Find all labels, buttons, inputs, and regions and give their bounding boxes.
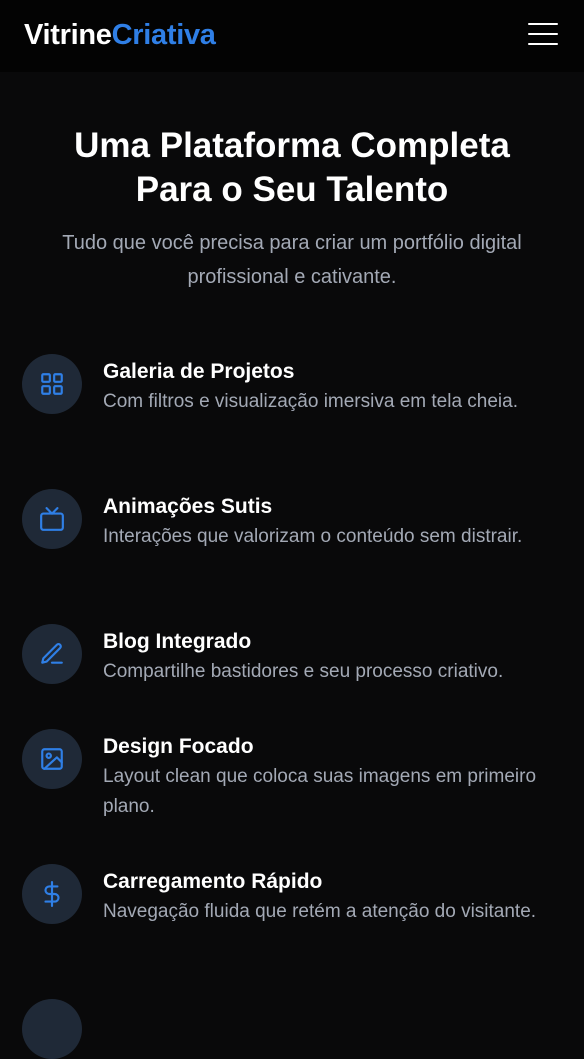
site-header: VitrineCriativa bbox=[0, 0, 584, 72]
feature-icon-container bbox=[22, 864, 82, 924]
logo-text-primary: Vitrine bbox=[24, 19, 112, 51]
hero-section: Uma Plataforma Completa Para o Seu Talen… bbox=[0, 124, 584, 294]
feature-title: Design Focado bbox=[103, 735, 254, 758]
feature-title: Carregamento Rápido bbox=[103, 870, 323, 893]
feature-description: Interações que valorizam o conteúdo sem … bbox=[103, 526, 523, 547]
logo-text-accent: Criativa bbox=[111, 19, 216, 51]
logo[interactable]: VitrineCriativa bbox=[24, 16, 216, 54]
pen-icon bbox=[41, 643, 63, 664]
dollar-icon bbox=[44, 881, 60, 907]
feature-title: Animações Sutis bbox=[103, 495, 273, 518]
feature-icon-container bbox=[22, 999, 82, 1059]
feature-description: Layout clean que coloca suas imagens em … bbox=[103, 766, 537, 817]
hero-subtitle: Tudo que você precisa para criar um port… bbox=[62, 232, 522, 288]
feature-description: Com filtros e visualização imersiva em t… bbox=[103, 391, 518, 412]
tv-icon bbox=[40, 507, 64, 531]
feature-title: Galeria de Projetos bbox=[103, 360, 295, 383]
image-icon bbox=[41, 748, 63, 770]
feature-icon-container bbox=[22, 624, 82, 684]
hero-title: Uma Plataforma Completa Para o Seu Talen… bbox=[74, 126, 510, 209]
feature-description: Compartilhe bastidores e seu processo cr… bbox=[103, 661, 504, 682]
feature-icon-container bbox=[22, 489, 82, 549]
feature-title: Blog Integrado bbox=[103, 630, 252, 653]
feature-icon-container bbox=[22, 729, 82, 789]
hamburger-menu-icon[interactable] bbox=[526, 20, 560, 48]
feature-icon-container bbox=[22, 354, 82, 414]
feature-description: Navegação fluida que retém a atenção do … bbox=[103, 901, 537, 922]
grid-icon bbox=[41, 373, 63, 395]
